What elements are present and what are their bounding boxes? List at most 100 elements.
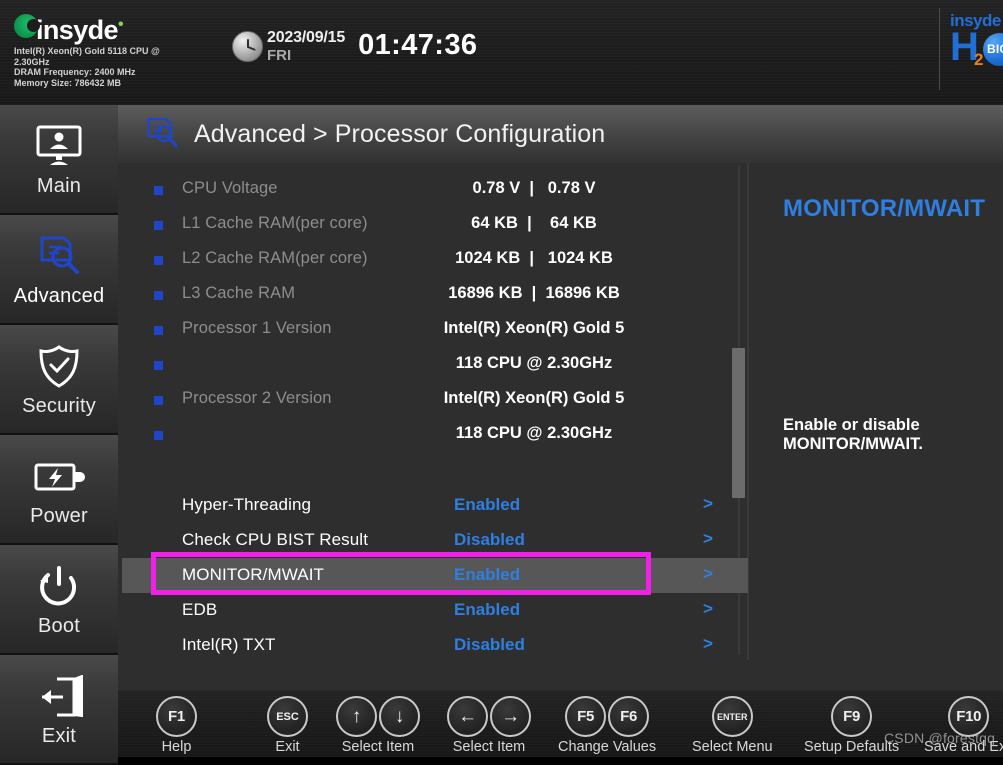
setting-row-monitor-mwait[interactable]: MONITOR/MWAIT Enabled > bbox=[118, 552, 748, 595]
key-f9[interactable]: F9 bbox=[831, 696, 873, 737]
key-arrow-down[interactable]: ↓ bbox=[379, 696, 420, 737]
key-arrow-up[interactable]: ↑ bbox=[336, 696, 377, 737]
setting-value[interactable]: Disabled bbox=[454, 635, 525, 655]
clock-day: FRI bbox=[267, 47, 292, 64]
shield-check-icon bbox=[36, 341, 82, 393]
key-label: F9 bbox=[843, 708, 861, 725]
system-clock: 2023/09/15 FRI 01:47:36 bbox=[232, 28, 477, 64]
sidebar-item-boot[interactable]: Boot bbox=[0, 545, 118, 655]
info-value: 118 CPU @ 2.30GHz bbox=[455, 424, 613, 442]
chevron-right-icon[interactable]: > bbox=[703, 634, 713, 654]
monitor-user-icon bbox=[35, 121, 83, 173]
fkey-group-help[interactable]: F1 Help bbox=[156, 696, 197, 755]
info-label: CPU Voltage bbox=[182, 179, 278, 197]
insyde-logo: insyde• bbox=[14, 10, 229, 45]
key-esc[interactable]: ESC bbox=[267, 696, 308, 737]
chevron-right-icon[interactable]: > bbox=[703, 599, 713, 619]
sidebar-item-label-advanced: Advanced bbox=[13, 284, 105, 307]
h2o-logo-subscript: 2 bbox=[974, 50, 984, 69]
fkey-group-select-menu[interactable]: ENTER Select Menu bbox=[692, 696, 773, 755]
insyde-swoosh-icon bbox=[14, 14, 40, 38]
fkey-caption: Help bbox=[161, 739, 192, 755]
key-f6[interactable]: F6 bbox=[608, 696, 650, 737]
setting-label: Intel(R) TXT bbox=[182, 635, 276, 654]
info-value: 1024 KB | 1024 KB bbox=[455, 249, 613, 267]
bullet-icon bbox=[154, 291, 163, 300]
sysinfo-line-2: 2.30GHz bbox=[14, 56, 50, 67]
arrow-up-icon: ↑ bbox=[351, 706, 362, 727]
system-info: Intel(R) Xeon(R) Gold 5118 CPU @ 2.30GHz… bbox=[14, 46, 229, 88]
setting-row-intel-txt[interactable]: Intel(R) TXT Disabled > bbox=[118, 628, 748, 663]
chevron-right-icon[interactable]: > bbox=[703, 564, 713, 584]
key-label: F6 bbox=[620, 708, 637, 725]
exit-door-icon bbox=[33, 671, 85, 723]
key-label: F1 bbox=[168, 708, 185, 725]
info-value: 118 CPU @ 2.30GHz bbox=[455, 354, 613, 372]
setting-value[interactable]: Enabled bbox=[454, 600, 520, 620]
sidebar-item-power[interactable]: Power bbox=[0, 435, 118, 545]
settings-list: CPU Voltage 0.78 V | 0.78 V L1 Cache RAM… bbox=[118, 163, 748, 663]
fkey-caption: Change Values bbox=[558, 739, 657, 755]
info-label: L2 Cache RAM(per core) bbox=[182, 249, 368, 267]
fkey-group-select-item-horizontal[interactable]: ← → Select Item bbox=[447, 696, 531, 755]
info-value: 0.78 V | 0.78 V bbox=[472, 179, 596, 197]
info-value: Intel(R) Xeon(R) Gold 5 bbox=[443, 319, 625, 337]
clock-time: 01:47:36 bbox=[358, 29, 478, 61]
sidebar-nav: Main Advanced Security Power Boot Exit bbox=[0, 105, 118, 765]
battery-bolt-icon bbox=[33, 451, 85, 503]
fkey-group-setup-defaults[interactable]: F9 Setup Defaults bbox=[804, 696, 899, 755]
help-description: Enable or disable MONITOR/MWAIT. bbox=[783, 416, 923, 453]
info-label: L1 Cache RAM(per core) bbox=[182, 214, 368, 232]
setting-value[interactable]: Enabled bbox=[454, 565, 520, 585]
sidebar-item-security[interactable]: Security bbox=[0, 325, 118, 435]
key-arrow-right[interactable]: → bbox=[490, 696, 531, 737]
fkey-group-save-and-exit[interactable]: F10 Save and Exit bbox=[924, 696, 1003, 755]
key-f1[interactable]: F1 bbox=[156, 696, 197, 737]
header-bar: insyde• Intel(R) Xeon(R) Gold 5118 CPU @… bbox=[0, 0, 1003, 105]
sidebar-item-label-exit: Exit bbox=[41, 724, 77, 747]
setting-label: Hyper-Threading bbox=[182, 495, 312, 514]
h2o-bios-logo: insyde H 2 BIOS bbox=[950, 12, 1003, 82]
fkey-group-exit[interactable]: ESC Exit bbox=[267, 696, 308, 755]
settings-body: CPU Voltage 0.78 V | 0.78 V L1 Cache RAM… bbox=[118, 163, 1003, 690]
key-label: ENTER bbox=[717, 711, 748, 722]
setting-value[interactable]: Disabled bbox=[454, 530, 525, 550]
fkey-caption: Select Item bbox=[341, 739, 415, 755]
page-title: Advanced > Processor Configuration bbox=[194, 119, 606, 148]
function-key-bar: F1 Help ESC Exit ↑ ↓ Select Item ← → Sel… bbox=[118, 690, 1003, 757]
clock-date: 2023/09/15 bbox=[267, 29, 346, 46]
setting-row-check-cpu-bist-result[interactable]: Check CPU BIST Result Disabled > bbox=[118, 523, 748, 558]
chevron-right-icon[interactable]: > bbox=[703, 529, 713, 549]
sysinfo-line-1: Intel(R) Xeon(R) Gold 5118 CPU @ bbox=[14, 46, 160, 56]
arrow-right-icon: → bbox=[501, 706, 520, 727]
sidebar-item-main[interactable]: Main bbox=[0, 105, 118, 215]
setting-row-hyper-threading[interactable]: Hyper-Threading Enabled > bbox=[118, 488, 748, 523]
sidebar-item-label-boot: Boot bbox=[38, 614, 80, 637]
fkey-caption: Select Menu bbox=[692, 739, 773, 755]
sidebar-item-label-power: Power bbox=[30, 504, 88, 527]
sysinfo-line-4: Memory Size: 786432 MB bbox=[14, 77, 122, 88]
sidebar-item-advanced[interactable]: Advanced bbox=[0, 215, 118, 325]
sidebar-item-exit[interactable]: Exit bbox=[0, 655, 118, 765]
fkey-group-change-values[interactable]: F5 F6 Change Values bbox=[558, 696, 656, 755]
table-row: CPU Voltage 0.78 V | 0.78 V bbox=[118, 171, 748, 206]
power-icon bbox=[36, 561, 82, 613]
bullet-icon bbox=[154, 396, 163, 405]
table-row: L2 Cache RAM(per core) 1024 KB | 1024 KB bbox=[118, 241, 748, 276]
chevron-right-icon[interactable]: > bbox=[703, 494, 713, 514]
info-value: 64 KB | 64 KB bbox=[471, 214, 597, 232]
bullet-icon bbox=[154, 221, 163, 230]
table-row: Processor 2 Version Intel(R) Xeon(R) Gol… bbox=[118, 381, 748, 416]
key-label: F5 bbox=[577, 708, 594, 725]
key-enter[interactable]: ENTER bbox=[711, 696, 753, 737]
key-f5[interactable]: F5 bbox=[565, 696, 607, 737]
key-arrow-left[interactable]: ← bbox=[447, 696, 488, 737]
setting-label: Check CPU BIST Result bbox=[182, 530, 369, 549]
fkey-group-select-item-vertical[interactable]: ↑ ↓ Select Item bbox=[336, 696, 420, 755]
setting-row-edb[interactable]: EDB Enabled > bbox=[118, 593, 748, 628]
h2o-logo-bios-text: BIOS bbox=[987, 42, 1003, 56]
info-value: 16896 KB | 16896 KB bbox=[448, 284, 620, 302]
setting-value[interactable]: Enabled bbox=[454, 495, 520, 515]
key-label: F10 bbox=[956, 708, 982, 725]
arrow-left-icon: ← bbox=[458, 706, 477, 727]
